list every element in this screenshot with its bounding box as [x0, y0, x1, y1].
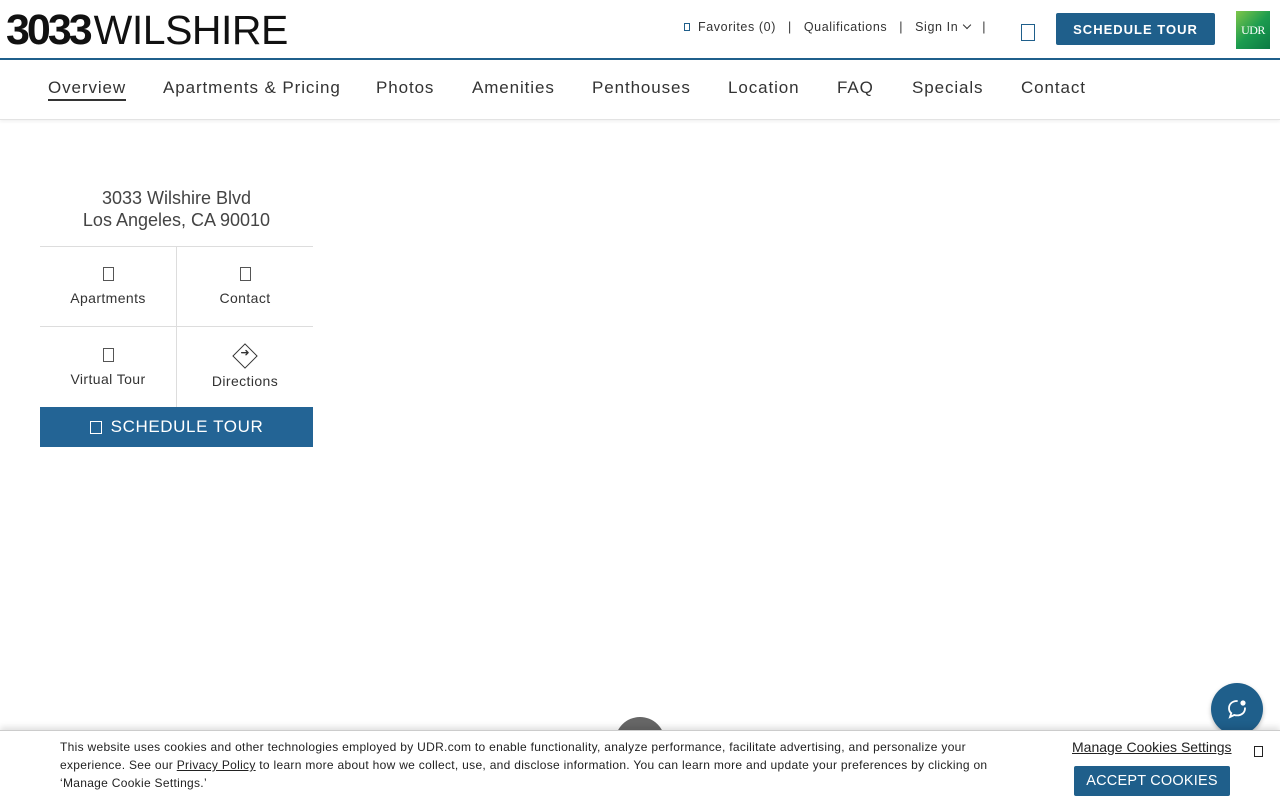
schedule-tour-label: SCHEDULE TOUR	[110, 417, 264, 436]
site-logo[interactable]: 3033 WILSHIRE	[6, 8, 288, 52]
separator: |	[899, 20, 904, 34]
phone-icon[interactable]	[1021, 24, 1035, 41]
logo-word: WILSHIRE	[93, 7, 289, 53]
close-icon[interactable]	[1254, 746, 1263, 757]
separator: |	[787, 20, 792, 34]
accept-cookies-button[interactable]: ACCEPT COOKIES	[1074, 766, 1230, 796]
virtual-tour-icon	[102, 347, 114, 362]
nav-photos[interactable]: Photos	[376, 78, 434, 98]
directions-link[interactable]: Directions	[177, 327, 313, 407]
nav-specials[interactable]: Specials	[912, 78, 983, 98]
separator: |	[982, 20, 987, 34]
virtual-tour-label: Virtual Tour	[70, 370, 146, 387]
quick-links-grid: Apartments Contact Virtual Tour Directio…	[40, 247, 313, 407]
apartments-link[interactable]: Apartments	[40, 247, 177, 327]
chat-button[interactable]	[1211, 683, 1263, 735]
sign-in-label: Sign In	[915, 20, 959, 34]
main-nav: Overview Apartments & Pricing Photos Ame…	[0, 62, 1280, 120]
contact-label: Contact	[219, 290, 271, 306]
schedule-tour-panel-button[interactable]: SCHEDULE TOUR	[40, 407, 313, 447]
chevron-down-icon	[963, 20, 972, 30]
envelope-icon	[239, 267, 251, 281]
logo-number: 3033	[6, 6, 93, 54]
property-address: 3033 Wilshire Blvd Los Angeles, CA 90010	[40, 187, 313, 247]
building-icon	[102, 267, 114, 281]
calendar-icon	[89, 420, 102, 434]
qualifications-link[interactable]: Qualifications	[804, 20, 887, 34]
privacy-policy-link[interactable]: Privacy Policy	[177, 758, 256, 772]
sign-in-dropdown[interactable]: Sign In	[915, 20, 972, 34]
nav-apartments-pricing[interactable]: Apartments & Pricing	[163, 78, 341, 98]
top-header: 3033 WILSHIRE Favorites (0) | Qualificat…	[0, 0, 1280, 60]
apartments-label: Apartments	[70, 290, 146, 306]
utility-links: Favorites (0) | Qualifications | Sign In…	[684, 20, 998, 34]
address-line-1: 3033 Wilshire Blvd	[101, 188, 252, 208]
nav-location[interactable]: Location	[728, 78, 799, 98]
virtual-tour-link[interactable]: Virtual Tour	[40, 327, 177, 407]
property-info-panel: 3033 Wilshire Blvd Los Angeles, CA 90010…	[40, 187, 313, 447]
manage-cookies-link[interactable]: Manage Cookies Settings	[1072, 739, 1232, 755]
nav-amenities[interactable]: Amenities	[472, 78, 555, 98]
nav-overview[interactable]: Overview	[48, 78, 127, 101]
nav-contact[interactable]: Contact	[1021, 78, 1086, 98]
chat-icon	[1228, 700, 1246, 719]
nav-faq[interactable]: FAQ	[837, 78, 874, 98]
schedule-tour-button[interactable]: SCHEDULE TOUR	[1056, 13, 1215, 45]
udr-logo[interactable]: UDR	[1236, 11, 1270, 49]
cookie-banner: This website uses cookies and other tech…	[0, 730, 1280, 800]
directions-label: Directions	[211, 373, 279, 389]
favorites-link[interactable]: Favorites (0)	[684, 20, 776, 34]
favorites-label: Favorites (0)	[698, 20, 776, 34]
nav-penthouses[interactable]: Penthouses	[592, 78, 691, 98]
address-line-2: Los Angeles, CA 90010	[82, 210, 271, 230]
cookie-message: This website uses cookies and other tech…	[60, 738, 1000, 792]
contact-link[interactable]: Contact	[177, 247, 313, 327]
heart-icon	[684, 23, 690, 31]
directions-icon	[232, 343, 258, 369]
